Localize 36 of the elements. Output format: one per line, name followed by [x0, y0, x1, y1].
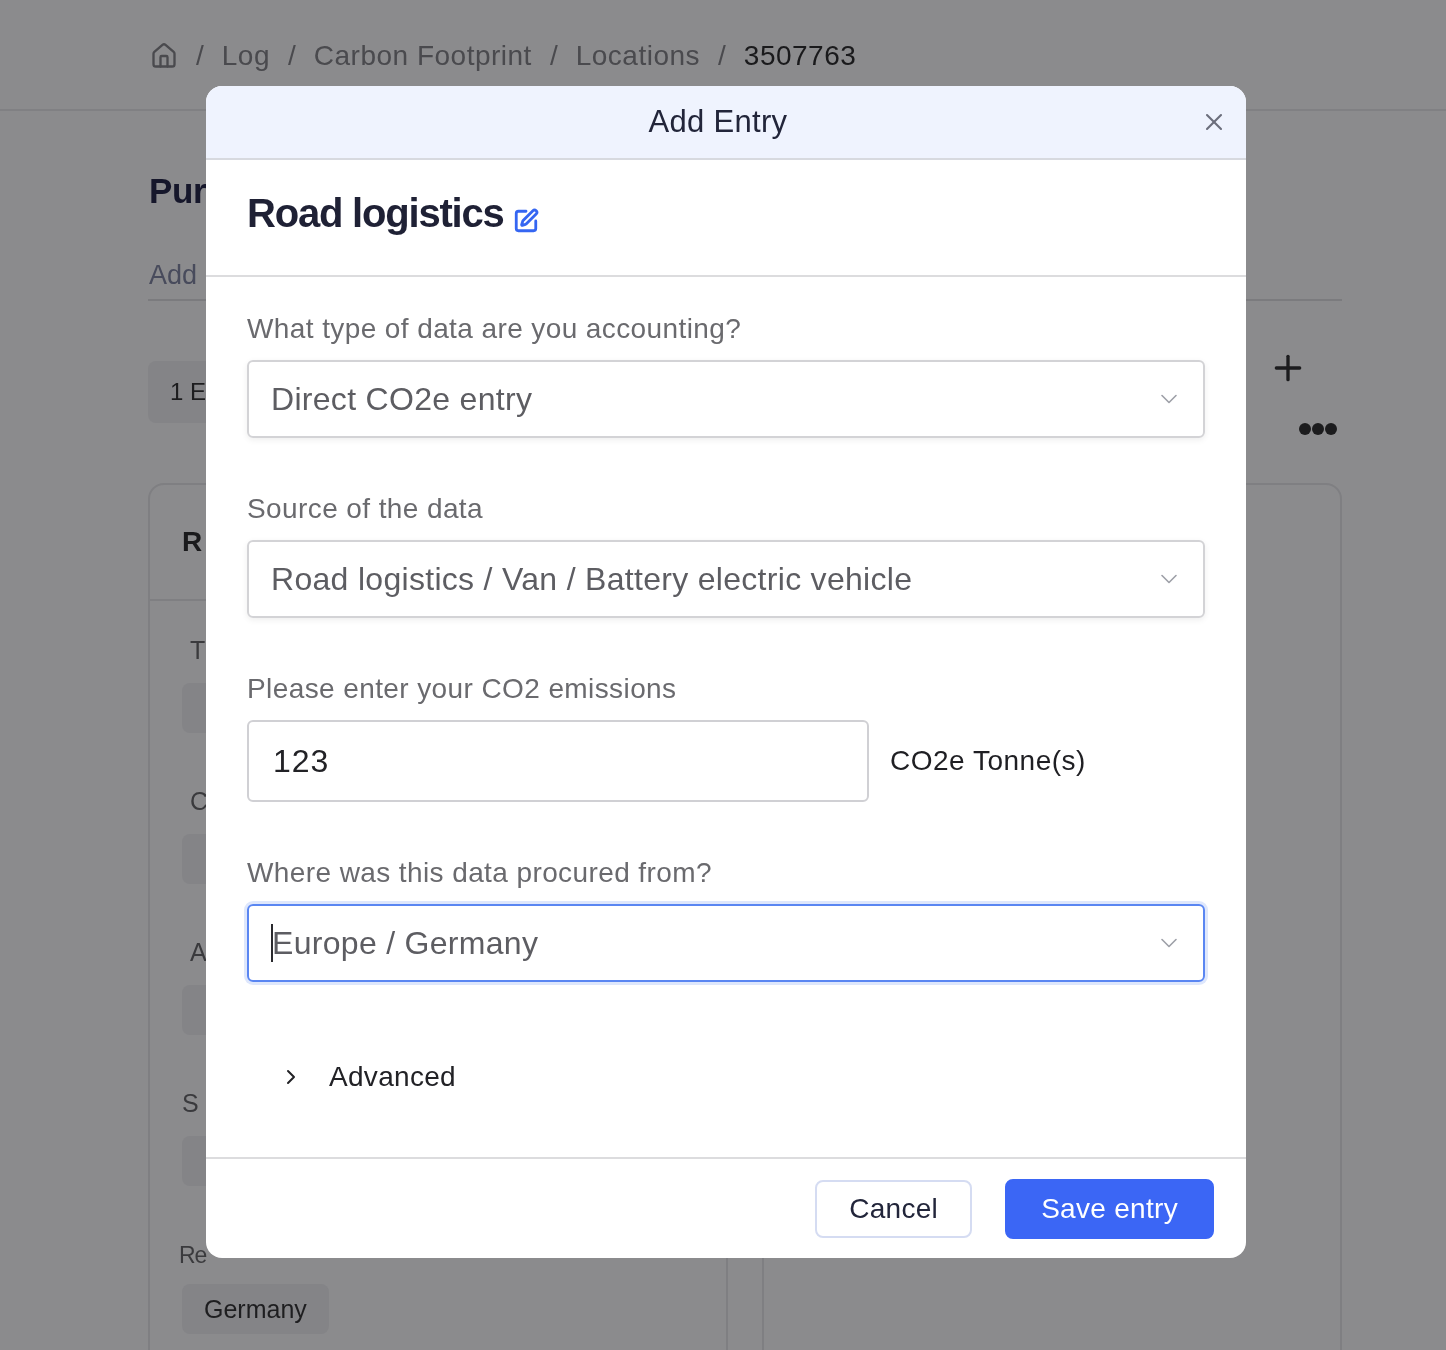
unit-label: CO2e Tonne(s): [890, 745, 1086, 777]
cancel-button[interactable]: Cancel: [815, 1179, 973, 1238]
save-button[interactable]: Save entry: [1005, 1178, 1214, 1239]
select-field[interactable]: Direct CO2e entry: [247, 360, 1205, 438]
more-options-icon[interactable]: [1298, 422, 1338, 436]
dialog-title: Add Entry: [648, 104, 788, 140]
advanced-toggle[interactable]: Advanced: [279, 1057, 456, 1097]
input-field: [182, 834, 206, 884]
input-field: [182, 1136, 206, 1186]
input-field: [182, 985, 206, 1035]
home-icon[interactable]: [150, 42, 178, 70]
input-field: [182, 683, 206, 733]
field-label: T: [190, 635, 206, 666]
select-field[interactable]: Europe / Germany: [247, 904, 1205, 982]
count-chip: 1 E: [148, 361, 206, 423]
field-label: Source of the data: [247, 493, 484, 525]
field-label: S: [182, 1088, 199, 1119]
card-title: R: [182, 526, 203, 558]
select-field[interactable]: Road logistics / Van / Battery electric vehicle: [247, 540, 1205, 618]
field-label: Where was this data procured from?: [247, 857, 712, 889]
field-label: C: [190, 786, 209, 817]
page-title: Pur: [149, 170, 207, 212]
breadcrumb-separator: /: [288, 40, 296, 72]
field-label: Please enter your CO2 emissions: [247, 673, 677, 705]
field-label: A: [190, 937, 207, 968]
entry-name: Road logistics: [247, 191, 504, 236]
breadcrumb-separator: /: [549, 40, 558, 72]
breadcrumb-separator: /: [196, 40, 204, 72]
number-input-field[interactable]: 123: [247, 720, 869, 802]
field-label: Re: [179, 1241, 207, 1270]
value-chip: Germany: [182, 1284, 329, 1334]
text-cursor-icon: [271, 924, 273, 962]
breadcrumb-item[interactable]: 3507763: [743, 40, 857, 72]
breadcrumb-separator: /: [718, 40, 726, 72]
edit-icon[interactable]: [512, 207, 539, 234]
field-label: What type of data are you accounting?: [247, 313, 742, 345]
